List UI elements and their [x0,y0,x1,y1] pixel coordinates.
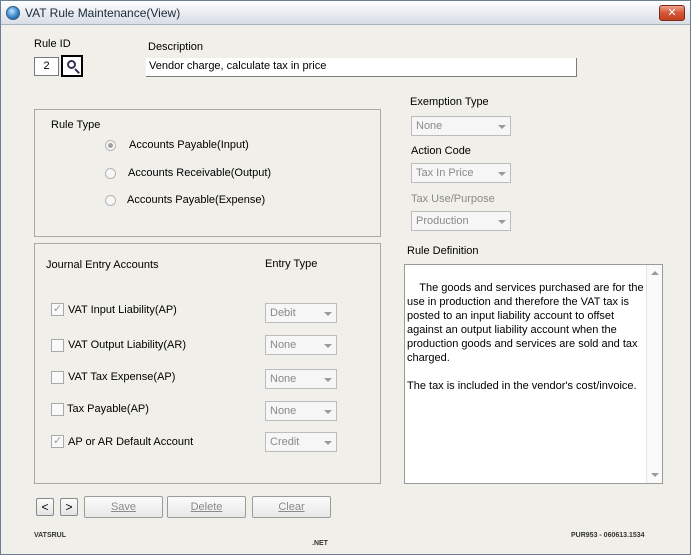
entry-type-label: Entry Type [265,258,318,270]
exemption-type-label: Exemption Type [410,96,489,108]
rule-id-label: Rule ID [34,38,71,50]
checkbox-vat-tax-expense[interactable] [51,371,64,384]
save-button[interactable]: Save [84,496,163,518]
checkbox-vat-input-liability[interactable] [51,302,64,316]
description-field[interactable]: Vendor charge, calculate tax in price [146,58,577,77]
radio-label-accounts-payable-expense: Accounts Payable(Expense) [127,194,266,206]
radio-label-accounts-receivable-output: Accounts Receivable(Output) [128,167,272,179]
clear-button[interactable]: Clear [252,496,331,518]
action-code-select[interactable]: Tax In Price [411,163,511,183]
vertical-scrollbar[interactable] [646,265,662,483]
lookup-button[interactable] [61,55,83,77]
previous-record-button[interactable]: < [36,498,54,516]
entry-type-value: Debit [270,307,296,319]
rule-definition-label: Rule Definition [407,245,479,257]
checkbox-tax-payable[interactable] [51,403,64,416]
label-vat-tax-expense: VAT Tax Expense(AP) [68,371,176,383]
chevron-down-icon [498,125,506,129]
chevron-down-icon [498,220,506,224]
next-record-button[interactable]: > [60,498,78,516]
radio-accounts-receivable-output[interactable] [105,168,116,179]
chevron-down-icon [324,378,332,382]
chevron-down-icon [324,312,332,316]
tax-use-select[interactable]: Production [411,211,511,231]
chevron-down-icon [498,172,506,176]
description-label: Description [148,41,204,53]
entry-type-value: None [270,339,297,351]
delete-button[interactable]: Delete [167,496,246,518]
label-vat-output-liability: VAT Output Liability(AR) [68,339,186,351]
title-bar: VAT Rule Maintenance(View) ✕ [1,1,690,25]
exemption-type-select[interactable]: None [411,116,511,136]
rule-definition-text[interactable]: The goods and services purchased are for… [404,264,663,484]
entry-type-select-vat-output[interactable]: None [265,335,337,355]
action-code-label: Action Code [411,145,471,157]
entry-type-select-vat-input[interactable]: Debit [265,303,337,323]
label-tax-payable: Tax Payable(AP) [67,403,149,415]
entry-type-select-vat-expense[interactable]: None [265,369,337,389]
journal-entry-label: Journal Entry Accounts [46,259,159,271]
footer-program-id: VATSRUL [34,532,67,539]
entry-type-select-tax-payable[interactable]: None [265,401,337,421]
tax-use-value: Production [416,215,469,227]
chevron-down-icon [324,441,332,445]
footer-version: PUR953 - 060613.1534 [571,532,645,539]
checkbox-vat-output-liability[interactable] [51,339,64,352]
vat-rule-window: VAT Rule Maintenance(View) ✕ Rule ID 2 D… [0,0,691,555]
entry-type-value: None [270,373,297,385]
entry-type-value: None [270,405,297,417]
radio-accounts-payable-expense[interactable] [105,195,116,206]
chevron-down-icon [324,410,332,414]
action-code-value: Tax In Price [416,167,474,179]
footer-platform: .NET [312,540,328,547]
tax-use-label: Tax Use/Purpose [411,193,495,205]
close-button[interactable]: ✕ [659,5,685,21]
label-vat-input-liability: VAT Input Liability(AP) [68,304,177,316]
scroll-up-icon[interactable] [651,271,659,275]
radio-accounts-payable-input[interactable] [105,140,116,151]
rule-definition-content: The goods and services purchased are for… [407,282,644,392]
exemption-type-value: None [416,120,443,132]
chevron-down-icon [324,344,332,348]
window-title: VAT Rule Maintenance(View) [25,6,181,20]
entry-type-value: Credit [270,436,300,448]
rule-type-label: Rule Type [51,119,101,131]
radio-label-accounts-payable-input: Accounts Payable(Input) [129,139,249,151]
checkbox-ap-ar-default[interactable] [51,434,64,448]
rule-id-field[interactable]: 2 [34,57,59,76]
entry-type-select-ap-ar-default[interactable]: Credit [265,432,337,452]
scroll-down-icon[interactable] [651,473,659,477]
globe-icon [6,6,20,20]
label-ap-ar-default: AP or AR Default Account [68,436,194,448]
